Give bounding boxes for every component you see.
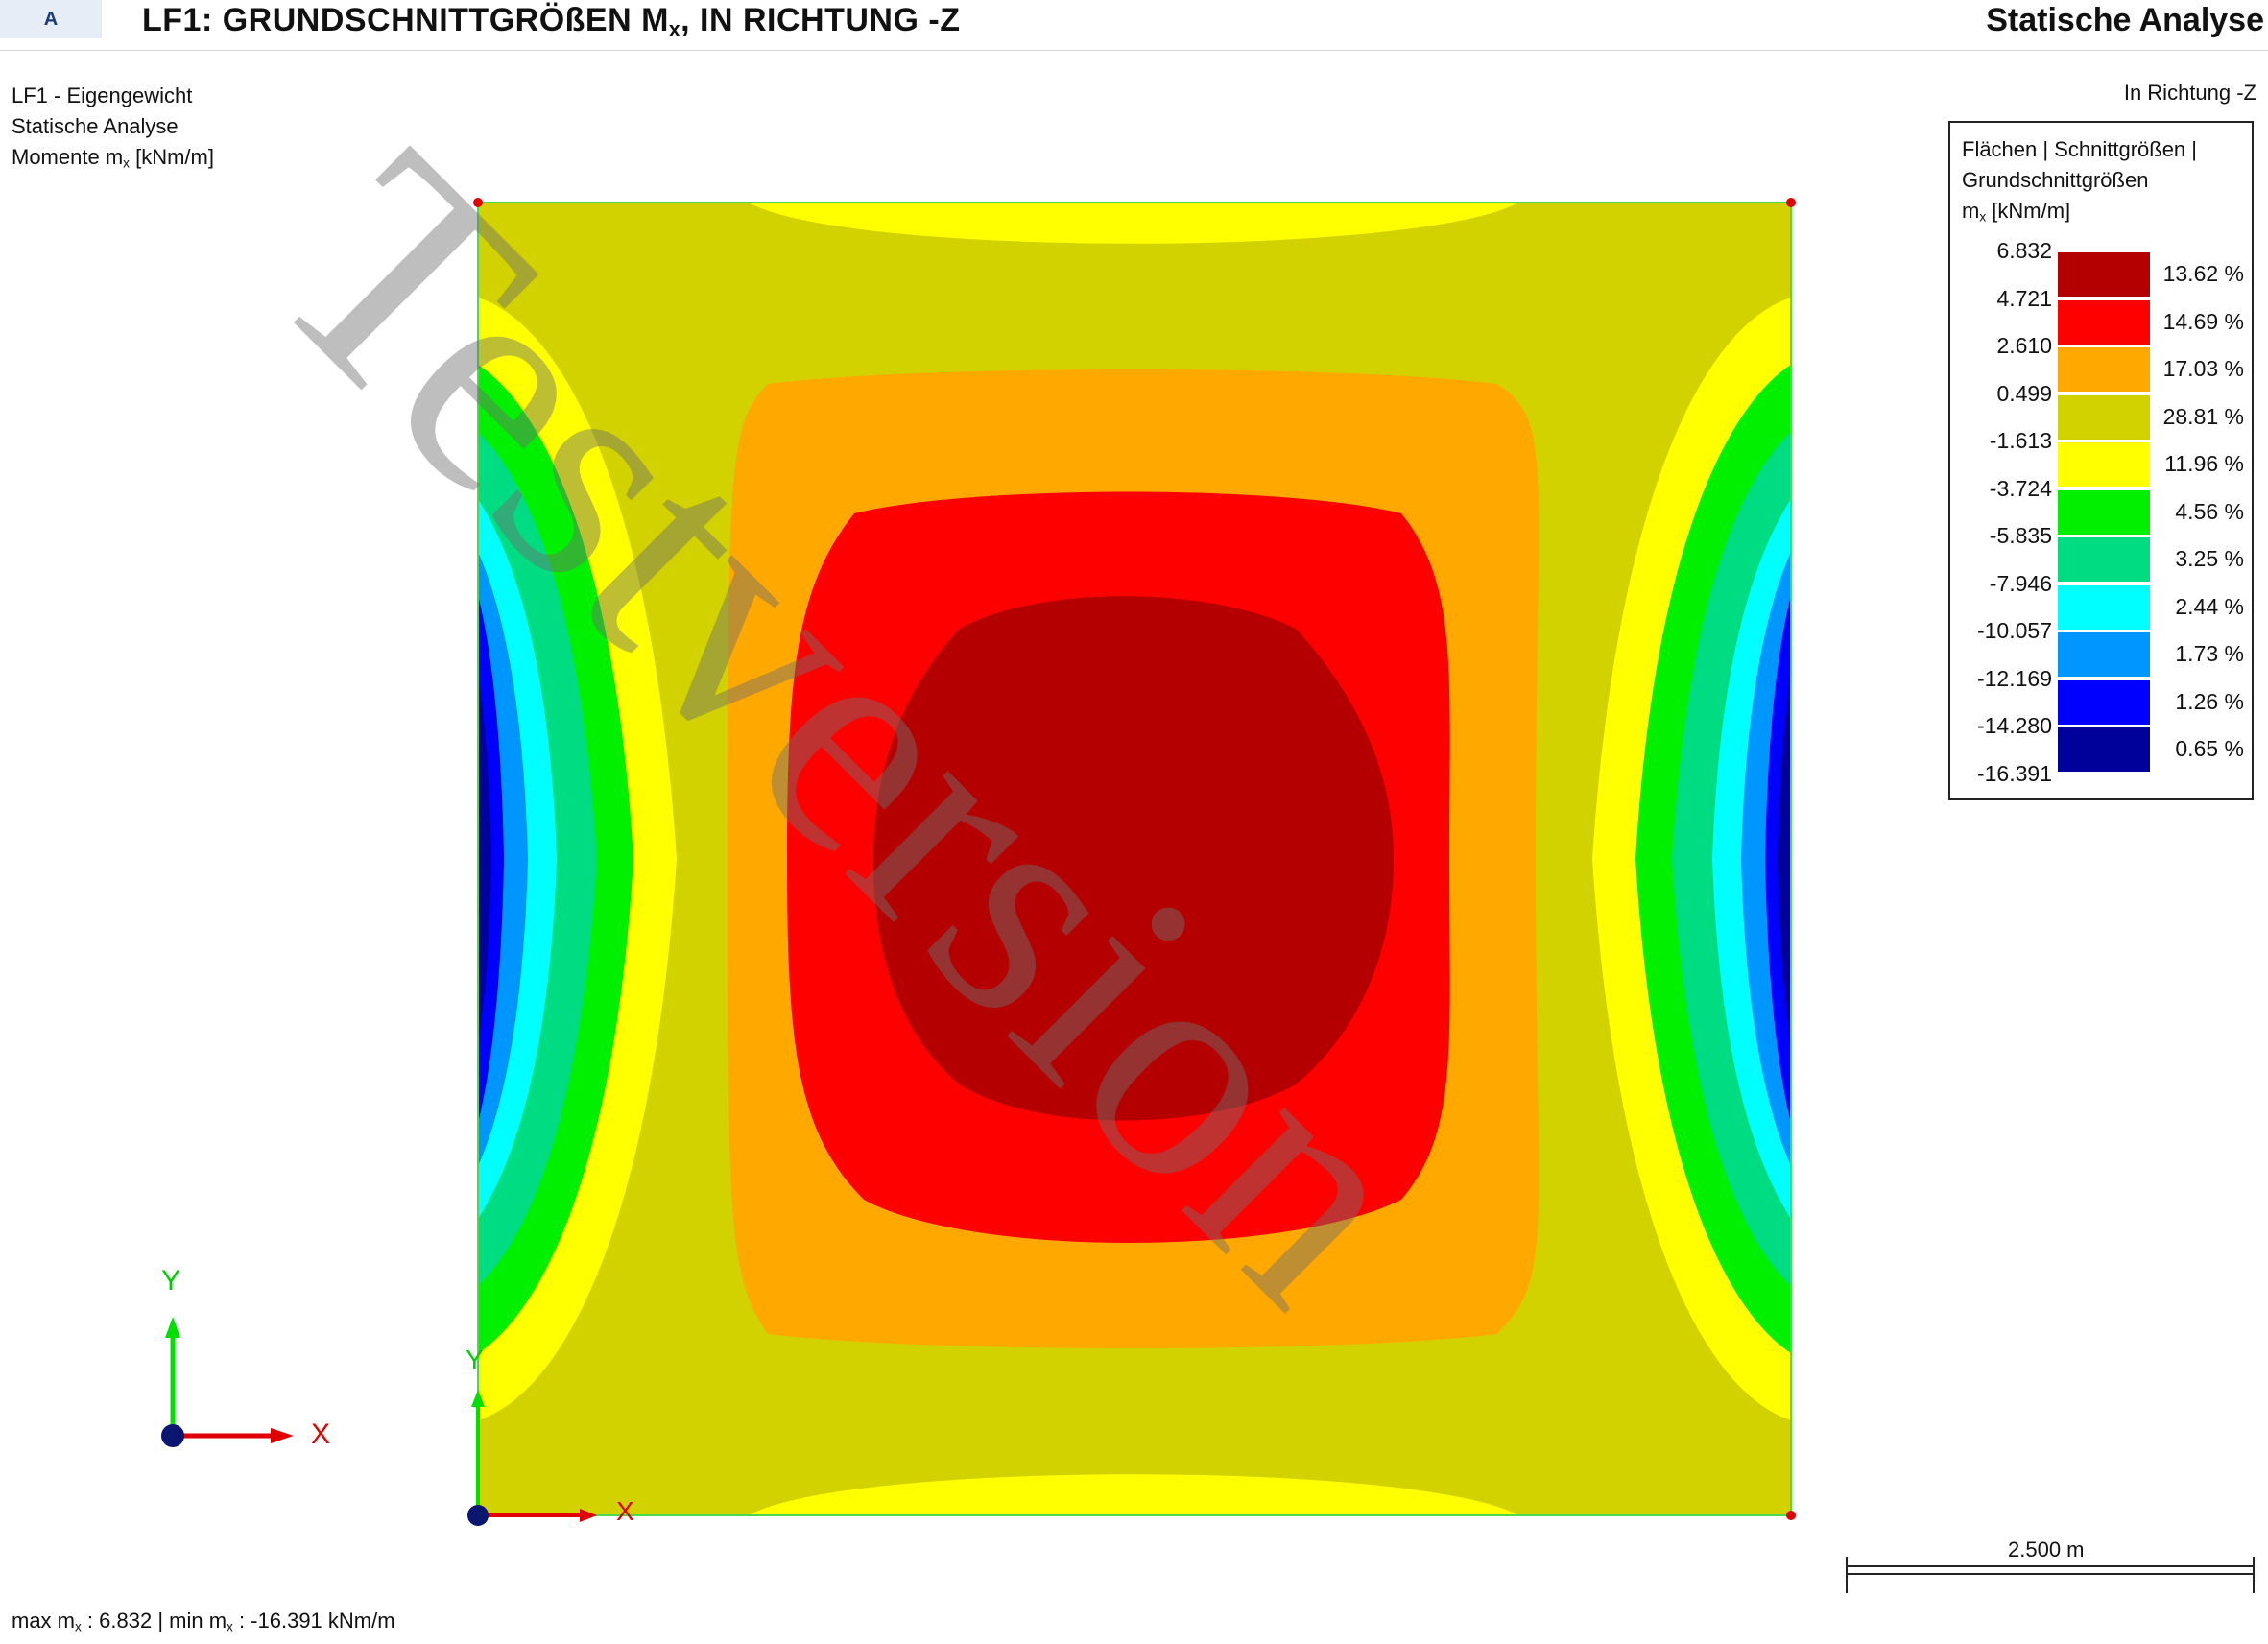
legend-title-line2: Grundschnittgrößen — [1962, 168, 2149, 192]
legend-percent: 1.26 % — [2175, 688, 2244, 714]
legend-swatch — [2058, 727, 2150, 772]
max-prefix: max m — [12, 1608, 75, 1632]
contour-plot: Y X Y X Testversion — [161, 89, 2255, 1593]
legend-bound-value: 4.721 — [1996, 285, 2052, 311]
legend-unit: [kNm/m] — [1986, 199, 2071, 223]
legend-swatch — [2058, 299, 2150, 345]
legend-swatch — [2058, 584, 2150, 630]
legend-bound-value: -3.724 — [1989, 475, 2052, 501]
min-value: : -16.391 kNm/m — [232, 1608, 395, 1632]
legend-bound-value: -16.391 — [1976, 760, 2052, 786]
legend-bound-value: 6.832 — [1996, 238, 2052, 263]
legend-percent: 4.56 % — [2175, 498, 2244, 524]
legend-bound-value: -10.057 — [1976, 618, 2052, 643]
global-axis-y-label: Y — [161, 1265, 180, 1297]
legend-swatch — [2058, 489, 2150, 535]
max-value: : 6.832 | min m — [81, 1608, 227, 1632]
local-axis-y-label: Y — [466, 1345, 484, 1374]
legend-title-line1: Flächen | Schnittgrößen | — [1962, 137, 2197, 161]
local-axis-x-label: X — [616, 1496, 634, 1526]
legend-swatch — [2058, 632, 2150, 677]
global-axis: Y X — [161, 1265, 330, 1450]
legend-percent: 14.69 % — [2162, 308, 2244, 334]
legend-percent: 0.65 % — [2175, 736, 2244, 761]
corner-node-br — [1786, 1511, 1796, 1520]
legend-bound-value: -14.280 — [1976, 713, 2052, 738]
legend-swatch — [2058, 252, 2150, 297]
corner-node-tr — [1786, 198, 1796, 207]
legend-swatch — [2058, 442, 2150, 487]
min-max-summary: max mx : 6.832 | min mx : -16.391 kNm/m — [12, 1608, 395, 1633]
legend-swatch — [2058, 347, 2150, 392]
min-sub: x — [227, 1619, 233, 1634]
legend-percent: 11.96 % — [2164, 451, 2244, 476]
legend-bound-value: -1.613 — [1989, 428, 2052, 453]
legend-swatch — [2058, 679, 2150, 725]
legend-bound-value: -12.169 — [1976, 665, 2052, 691]
legend-var: m — [1962, 199, 1980, 223]
legend-title-line3: mx [kNm/m] — [1962, 196, 2197, 232]
legend-bound-value: -5.835 — [1989, 523, 2052, 548]
legend-percent: 13.62 % — [2162, 261, 2244, 286]
legend-percent: 1.73 % — [2175, 641, 2244, 666]
scale-bar-label: 2.500 m — [2008, 1537, 2085, 1561]
legend-bound-value: 2.610 — [1996, 333, 2052, 358]
legend-panel: Flächen | Schnittgrößen | Grundschnittgr… — [1948, 121, 2254, 800]
max-sub: x — [75, 1619, 82, 1634]
legend-percent: 3.25 % — [2175, 546, 2244, 571]
legend-percent: 17.03 % — [2162, 356, 2244, 381]
global-axis-x-label: X — [311, 1418, 330, 1450]
legend-title: Flächen | Schnittgrößen | Grundschnittgr… — [1962, 134, 2197, 232]
legend-swatch — [2058, 394, 2150, 440]
legend-bound-value: 0.499 — [1996, 380, 2052, 406]
legend-percent: 2.44 % — [2175, 593, 2244, 619]
legend-swatch — [2058, 537, 2150, 582]
legend-bound-value: -7.946 — [1989, 570, 2052, 596]
legend-percent: 28.81 % — [2162, 403, 2244, 429]
